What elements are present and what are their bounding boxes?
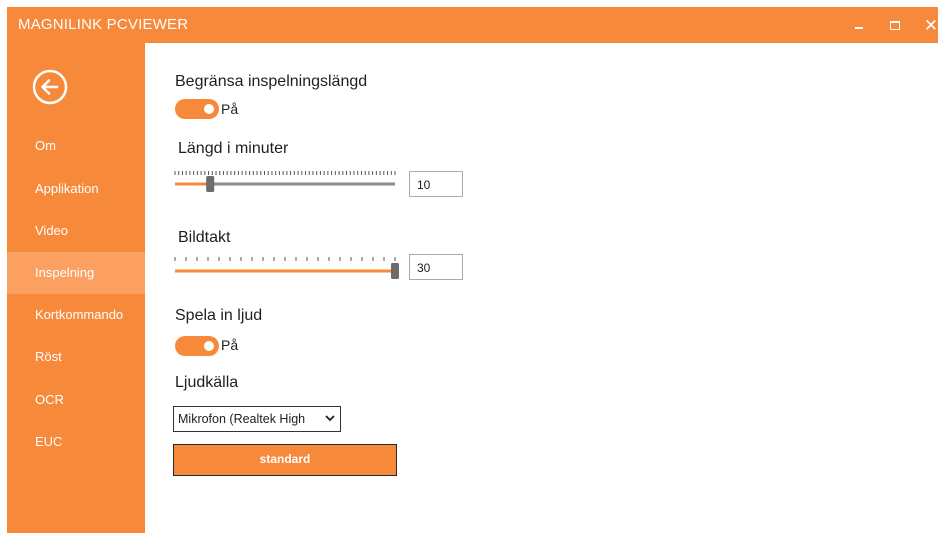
frame-rate-slider-graphic <box>174 257 399 279</box>
maximize-button[interactable] <box>879 7 911 43</box>
sidebar-item-om[interactable]: Om <box>7 125 145 167</box>
sidebar-item-label: Applikation <box>35 181 99 196</box>
sidebar-item-rost[interactable]: Röst <box>7 336 145 378</box>
sidebar-item-label: EUC <box>35 434 63 449</box>
close-button[interactable]: ✕ <box>915 7 938 43</box>
sidebar-item-inspelning[interactable]: Inspelning <box>7 252 145 294</box>
toggle-knob <box>204 341 214 351</box>
toggle-knob <box>204 104 214 114</box>
minimize-icon <box>855 27 863 29</box>
record-audio-state: På <box>221 337 239 353</box>
settings-panel: Begränsa inspelningslängd På Längd i min… <box>145 43 938 533</box>
sidebar-item-label: Röst <box>35 349 62 364</box>
sidebar-item-label: Inspelning <box>35 265 95 280</box>
chevron-down-icon <box>325 415 335 422</box>
sidebar-item-kortkommando[interactable]: Kortkommando <box>7 294 145 336</box>
close-icon: ✕ <box>923 15 938 35</box>
length-minutes-label: Längd i minuter <box>178 140 289 157</box>
sidebar-item-label: Om <box>35 138 56 153</box>
app-window: MAGNILINK PCVIEWER ✕ Om Applikation Vide… <box>7 7 938 533</box>
length-minutes-slider-thumb[interactable] <box>206 176 215 192</box>
minimize-button[interactable] <box>843 7 875 43</box>
title-bar: MAGNILINK PCVIEWER ✕ <box>7 7 938 43</box>
sidebar-item-label: Kortkommando <box>35 307 124 322</box>
limit-recording-toggle[interactable] <box>175 99 219 119</box>
sidebar-item-applikation[interactable]: Applikation <box>7 168 145 210</box>
sidebar: Om Applikation Video Inspelning Kortkomm… <box>7 43 145 533</box>
sidebar-item-euc[interactable]: EUC <box>7 421 145 463</box>
frame-rate-slider[interactable] <box>173 254 399 280</box>
standard-button[interactable]: standard <box>173 444 397 476</box>
limit-recording-state: På <box>221 101 239 117</box>
sidebar-item-label: Video <box>35 223 69 238</box>
limit-recording-label: Begränsa inspelningslängd <box>175 73 368 90</box>
sidebar-item-video[interactable]: Video <box>7 210 145 252</box>
back-button[interactable] <box>32 69 68 105</box>
length-minutes-value[interactable]: 10 <box>409 171 463 197</box>
audio-source-label: Ljudkälla <box>175 374 239 391</box>
length-minutes-slider[interactable] <box>173 168 399 194</box>
sidebar-item-ocr[interactable]: OCR <box>7 379 145 421</box>
record-audio-label: Spela in ljud <box>175 307 263 324</box>
back-arrow-icon <box>32 69 68 105</box>
frame-rate-slider-thumb[interactable] <box>391 263 399 279</box>
record-audio-toggle[interactable] <box>175 336 219 356</box>
app-title: MAGNILINK PCVIEWER <box>18 16 189 33</box>
audio-source-selected: Mikrofon (Realtek High <box>178 412 306 426</box>
frame-rate-label: Bildtakt <box>178 229 231 246</box>
maximize-icon <box>890 20 900 30</box>
sidebar-item-label: OCR <box>35 392 64 407</box>
length-minutes-slider-graphic <box>174 171 396 192</box>
frame-rate-value[interactable]: 30 <box>409 254 463 280</box>
audio-source-select[interactable]: Mikrofon (Realtek High <box>173 406 341 432</box>
